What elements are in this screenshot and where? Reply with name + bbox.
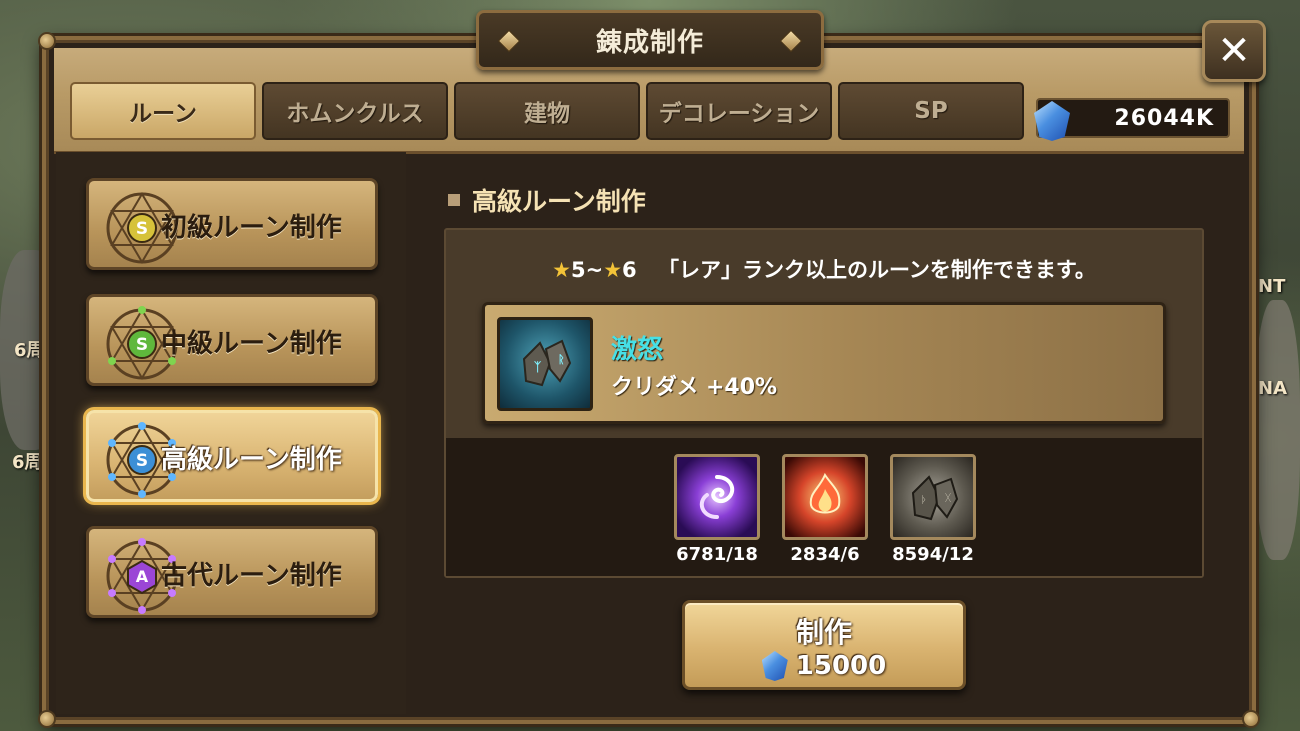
background-label: 6周 (14, 340, 45, 361)
material-fire-essence: 2834/6 (782, 454, 868, 565)
high-grade-glyph: S (136, 451, 148, 471)
menu-item-label: 古代ルーン制作 (161, 561, 342, 591)
rune-set-effect: クリダメ +40% (611, 375, 778, 400)
bullet-icon (448, 194, 460, 206)
menu-item-label: 高級ルーン制作 (161, 445, 342, 475)
rune-set-name: 激怒 (611, 335, 664, 365)
rune-stones-icon: ᛉ ᚱ (522, 339, 572, 387)
section-title-text: 高級ルーン制作 (472, 187, 646, 216)
tab-rune[interactable]: ルーン (70, 82, 256, 140)
section-title: 高級ルーン制作 (448, 182, 646, 218)
crystal-icon (1034, 101, 1070, 141)
craft-cost-value: 15000 (795, 651, 887, 681)
rank-description: ★5~★6 「レア」ランク以上のルーンを制作できます。 (446, 254, 1202, 284)
menu-item-high-grade-rune[interactable]: S 高級ルーン制作 (86, 410, 378, 502)
rage-rune-icon: ᛉ ᚱ (497, 317, 593, 411)
star-icon: ★ (552, 258, 571, 282)
window-title-plate: 錬成制作 (476, 10, 824, 70)
corner-bolt-icon (38, 710, 56, 728)
menu-item-label: 中級ルーン制作 (161, 329, 342, 359)
crystal-icon (761, 651, 788, 681)
fire-essence-icon (782, 454, 868, 540)
star-range-max: 6 (622, 258, 637, 282)
corner-bolt-icon (1242, 710, 1260, 728)
svg-text:ᛉ: ᛉ (534, 360, 542, 374)
description-text: 「レア」ランク以上のルーンを制作できます。 (657, 258, 1096, 282)
diamond-ornament-icon (497, 29, 521, 53)
tab-decoration[interactable]: デコレーション (646, 82, 832, 140)
rune-set-card: ᛉ ᚱ 激怒 クリダメ +40% (482, 302, 1166, 424)
menu-item-label: 初級ルーン制作 (161, 213, 342, 243)
svg-text:ᚱ: ᚱ (558, 353, 565, 366)
background-label: NA (1258, 378, 1287, 399)
ancient-glyph: A (136, 567, 149, 586)
material-rune-stone: ᚦᚷ 8594/12 (890, 454, 976, 565)
tab-buildings[interactable]: 建物 (454, 82, 640, 140)
material-count: 2834/6 (790, 544, 860, 565)
background-rock (1255, 300, 1300, 560)
magic-essence-icon (674, 454, 760, 540)
tab-sp[interactable]: SP (838, 82, 1024, 140)
material-count: 8594/12 (892, 544, 974, 565)
rune-stone-icon: ᚦᚷ (890, 454, 976, 540)
mid-grade-glyph: S (136, 335, 148, 355)
menu-item-low-grade-rune[interactable]: S 初級ルーン制作 (86, 178, 378, 270)
background-label: 6周 (12, 452, 43, 473)
close-button[interactable]: ✕ (1202, 20, 1266, 82)
required-materials: 6781/18 2834/6 ᚦᚷ 8594/12 (446, 438, 1202, 576)
craft-cost: 15000 (685, 651, 963, 681)
tab-homunculus[interactable]: ホムンクルス (262, 82, 448, 140)
material-magic-essence: 6781/18 (674, 454, 760, 565)
svg-text:ᚷ: ᚷ (945, 493, 951, 504)
star-range-min: 5~ (570, 258, 604, 282)
low-grade-glyph: S (136, 219, 148, 239)
menu-item-mid-grade-rune[interactable]: S 中級ルーン制作 (86, 294, 378, 386)
crystal-balance: 26044K (1034, 98, 1230, 141)
svg-text:ᚦ: ᚦ (921, 495, 927, 506)
craft-button-label: 制作 (795, 616, 852, 649)
diamond-ornament-icon (779, 29, 803, 53)
category-tabs: ルーン ホムンクルス 建物 デコレーション SP (70, 82, 1024, 140)
window-title: 錬成制作 (595, 27, 704, 58)
corner-bolt-icon (38, 32, 56, 50)
menu-item-ancient-rune[interactable]: A 古代ルーン制作 (86, 526, 378, 618)
close-icon: ✕ (1217, 28, 1251, 74)
material-count: 6781/18 (676, 544, 758, 565)
rune-grade-menu: S 初級ルーン制作 S 中級ルーン制作 S 高級ルーン制作 A 古代ルーン制作 (56, 152, 406, 714)
background-label: NT (1258, 276, 1286, 297)
star-icon: ★ (603, 258, 623, 282)
rune-info-panel: ★5~★6 「レア」ランク以上のルーンを制作できます。 ᛉ ᚱ 激怒 クリダメ … (444, 228, 1204, 578)
craft-button[interactable]: 制作 15000 (682, 600, 966, 690)
crystal-balance-value: 26044K (1114, 105, 1214, 131)
